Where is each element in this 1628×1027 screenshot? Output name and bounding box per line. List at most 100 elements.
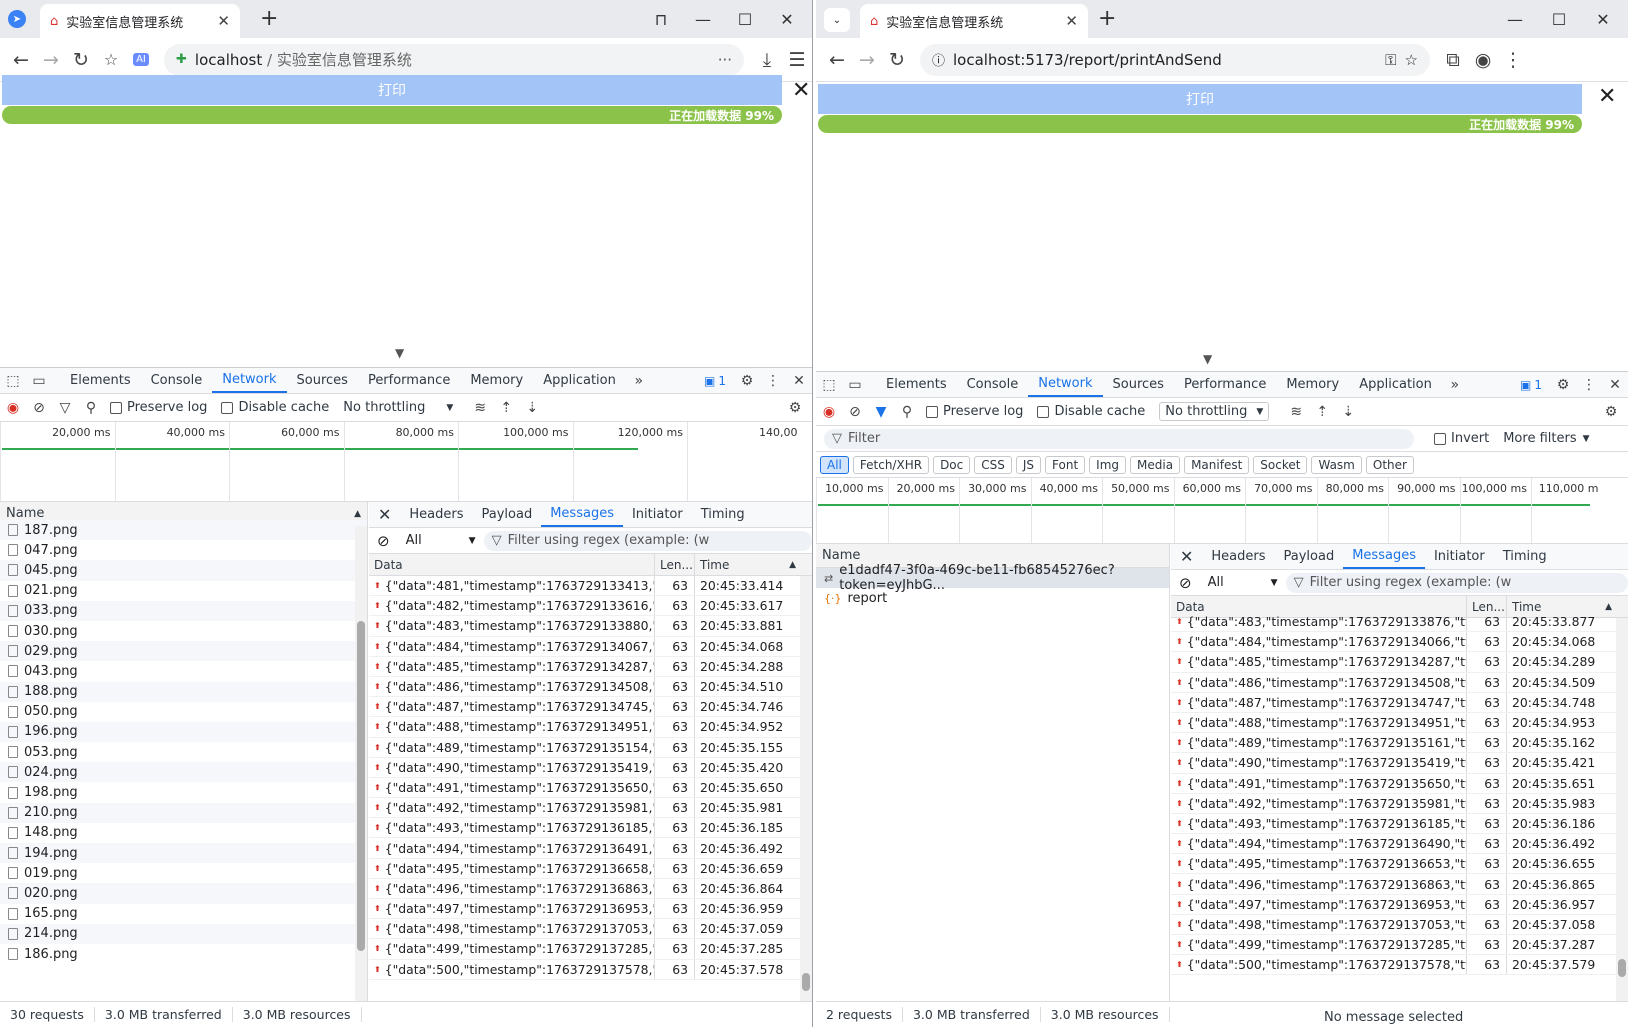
extensions-icon[interactable]: ⧉ bbox=[1438, 45, 1468, 75]
clear-icon[interactable]: ⊘ bbox=[26, 395, 52, 421]
detail-tab-headers[interactable]: Headers bbox=[400, 502, 472, 527]
forward-icon[interactable]: → bbox=[36, 45, 66, 75]
devtools-tab-console[interactable]: Console bbox=[957, 372, 1029, 397]
network-conditions-icon[interactable]: ≋ bbox=[1283, 399, 1309, 425]
message-filter-input[interactable]: ▽ Filter using regex (example: (w bbox=[483, 530, 812, 551]
request-row[interactable]: 194.png bbox=[0, 843, 367, 864]
more-tabs-icon[interactable]: » bbox=[1442, 372, 1468, 398]
message-row[interactable]: ⬆{"data":500,"timestamp":1763729137578,"… bbox=[1171, 955, 1628, 976]
request-row[interactable]: 214.png bbox=[0, 923, 367, 944]
filter-chip-css[interactable]: CSS bbox=[974, 455, 1012, 474]
preserve-log-checkbox[interactable]: Preserve log bbox=[926, 404, 1023, 419]
message-row[interactable]: ⬆{"data":494,"timestamp":1763729136491,"… bbox=[369, 838, 812, 859]
messages-scrollbar[interactable] bbox=[1616, 618, 1628, 1001]
request-list-scrollbar[interactable] bbox=[355, 526, 367, 1001]
message-row[interactable]: ⬆{"data":483,"timestamp":1763729133880,"… bbox=[369, 616, 812, 637]
filter-chip-img[interactable]: Img bbox=[1089, 455, 1127, 474]
request-row[interactable]: 188.png bbox=[0, 681, 367, 702]
close-tab-icon[interactable]: ✕ bbox=[217, 12, 230, 30]
filter-chip-manifest[interactable]: Manifest bbox=[1184, 455, 1250, 474]
record-icon[interactable]: ◉ bbox=[0, 395, 26, 421]
devtools-tab-memory[interactable]: Memory bbox=[1276, 372, 1349, 397]
detail-tab-payload[interactable]: Payload bbox=[473, 502, 542, 527]
message-row[interactable]: ⬆{"data":492,"timestamp":1763729135981,"… bbox=[1171, 793, 1628, 814]
filter-chip-fetchxhr[interactable]: Fetch/XHR bbox=[852, 455, 930, 474]
issues-badge[interactable]: ▣ 1 bbox=[704, 374, 726, 388]
browser-tab[interactable]: ⌂ 实验室信息管理系统 ✕ bbox=[40, 4, 240, 38]
request-row[interactable]: 050.png bbox=[0, 702, 367, 722]
ai-icon[interactable]: AI bbox=[126, 45, 156, 75]
import-icon[interactable]: ⇡ bbox=[1309, 399, 1335, 425]
export-icon[interactable]: ⇣ bbox=[519, 395, 545, 421]
site-info-icon[interactable]: ⓘ bbox=[932, 50, 945, 69]
message-row[interactable]: ⬆{"data":492,"timestamp":1763729135981,"… bbox=[369, 798, 812, 819]
network-settings-icon[interactable]: ⚙ bbox=[1598, 399, 1624, 425]
devtools-tab-elements[interactable]: Elements bbox=[876, 372, 957, 397]
close-window-button[interactable]: ✕ bbox=[1590, 6, 1616, 32]
clear-messages-icon[interactable]: ⊘ bbox=[377, 532, 390, 550]
new-tab-button[interactable]: + bbox=[1098, 8, 1116, 30]
message-row[interactable]: ⬆ {"data":495,"timestamp":1763729136653,"… bbox=[1171, 854, 1628, 875]
import-icon[interactable]: ⇡ bbox=[493, 395, 519, 421]
length-column-header[interactable]: Len... bbox=[655, 554, 695, 575]
close-detail-icon[interactable]: ✕ bbox=[1171, 544, 1202, 569]
maximize-button[interactable]: ☐ bbox=[732, 6, 758, 32]
address-bar[interactable]: ⓘ localhost:5173/report/printAndSend ⚿ ☆ bbox=[920, 43, 1430, 76]
message-row[interactable]: ⬆{"data":497,"timestamp":1763729136953,"… bbox=[369, 899, 812, 920]
back-icon[interactable]: ← bbox=[822, 45, 852, 75]
time-column-header[interactable]: Time ▲ bbox=[695, 554, 812, 575]
request-row[interactable]: 053.png bbox=[0, 742, 367, 762]
message-row[interactable]: ⬆{"data":495,"timestamp":1763729136658,"… bbox=[369, 858, 812, 879]
devtools-tab-elements[interactable]: Elements bbox=[60, 368, 141, 393]
collections-icon[interactable]: ⊓ bbox=[648, 6, 674, 32]
close-devtools-icon[interactable]: ✕ bbox=[786, 368, 812, 394]
message-row[interactable]: ⬆{"data":484,"timestamp":1763729134067,"… bbox=[369, 636, 812, 657]
devtools-tab-performance[interactable]: Performance bbox=[1174, 372, 1276, 397]
devtools-tab-network[interactable]: Network bbox=[1028, 372, 1103, 397]
clear-messages-icon[interactable]: ⊘ bbox=[1179, 574, 1192, 592]
request-row[interactable]: 196.png bbox=[0, 721, 367, 743]
network-filter-input[interactable]: ▽ Filter bbox=[824, 428, 1414, 449]
devtools-tab-sources[interactable]: Sources bbox=[1103, 372, 1174, 397]
close-window-button[interactable]: ✕ bbox=[774, 6, 800, 32]
message-row[interactable]: ⬆{"data":488,"timestamp":1763729134951,"… bbox=[369, 717, 812, 738]
message-row[interactable]: ⬆{"data":481,"timestamp":1763729133413,"… bbox=[369, 576, 812, 597]
collapse-icon[interactable]: ▼ bbox=[1203, 352, 1212, 366]
message-filter-input[interactable]: ▽ Filter using regex (example: (w bbox=[1285, 572, 1628, 593]
devtools-tab-application[interactable]: Application bbox=[1349, 372, 1442, 397]
detail-tab-initiator[interactable]: Initiator bbox=[623, 502, 692, 527]
request-row[interactable]: 021.png bbox=[0, 581, 367, 601]
request-row[interactable]: 043.png bbox=[0, 661, 367, 681]
forward-icon[interactable]: → bbox=[852, 45, 882, 75]
message-row[interactable]: ⬆{"data":496,"timestamp":1763729136863,"… bbox=[369, 878, 812, 899]
filter-chip-font[interactable]: Font bbox=[1045, 455, 1086, 474]
browser-logo-icon[interactable]: ➤ bbox=[8, 10, 26, 28]
message-row[interactable]: ⬆{"data":485,"timestamp":1763729134287,"… bbox=[369, 656, 812, 677]
print-button[interactable]: 打印 bbox=[818, 84, 1582, 114]
message-row[interactable]: ⬆ {"data":484,"timestamp":1763729134066,"… bbox=[1171, 632, 1628, 653]
request-row[interactable]: 047.png bbox=[0, 540, 367, 560]
settings-icon[interactable]: ⚙ bbox=[734, 368, 760, 394]
request-row[interactable]: 019.png bbox=[0, 863, 367, 883]
kebab-menu-icon[interactable]: ⋮ bbox=[760, 368, 786, 394]
export-icon[interactable]: ⇣ bbox=[1335, 399, 1361, 425]
network-overview[interactable]: 10,000 ms 20,000 ms 30,000 ms 40,000 ms 50,0… bbox=[816, 478, 1628, 544]
search-icon[interactable]: ⚲ bbox=[894, 399, 920, 425]
maximize-button[interactable]: ☐ bbox=[1546, 6, 1572, 32]
message-row[interactable]: ⬆{"data":491,"timestamp":1763729135650,"… bbox=[369, 777, 812, 799]
message-row[interactable]: ⬆{"data":493,"timestamp":1763729136185,"… bbox=[369, 818, 812, 839]
devtools-tab-application[interactable]: Application bbox=[533, 368, 626, 393]
search-icon[interactable]: ⚲ bbox=[78, 395, 104, 421]
record-icon[interactable]: ◉ bbox=[816, 399, 842, 425]
message-row[interactable]: ⬆{"data":485,"timestamp":1763729134287,"… bbox=[1171, 652, 1628, 673]
devtools-tab-network[interactable]: Network bbox=[212, 368, 287, 393]
reload-icon[interactable]: ↻ bbox=[66, 45, 96, 75]
request-row[interactable]: 165.png bbox=[0, 904, 367, 924]
message-type-select[interactable]: All ▼ bbox=[1208, 575, 1278, 590]
network-conditions-icon[interactable]: ≋ bbox=[467, 395, 493, 421]
message-row[interactable]: ⬆{"data":486,"timestamp":1763729134508,"… bbox=[369, 676, 812, 698]
message-row[interactable]: ⬆{"data":499,"timestamp":1763729137285,"… bbox=[1171, 935, 1628, 956]
device-toolbar-icon[interactable]: ▭ bbox=[842, 372, 868, 398]
more-icon[interactable]: ··· bbox=[718, 51, 732, 69]
message-row[interactable]: ⬆ {"data":483,"timestamp":1763729133876,"… bbox=[1171, 612, 1628, 633]
